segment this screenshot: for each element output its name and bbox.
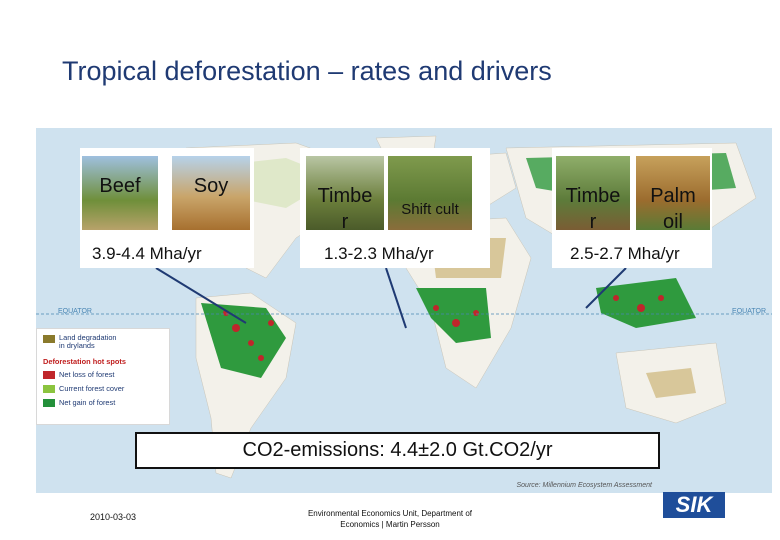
legend-swatch-gain bbox=[43, 399, 55, 407]
photo-shift-cult: Shift cult bbox=[388, 156, 472, 230]
photo-timber-africa-line2: r bbox=[341, 211, 349, 230]
footer-org-line2: Economics | Martin Persson bbox=[340, 520, 440, 529]
map-legend: Land degradation in drylands Deforestati… bbox=[36, 328, 170, 425]
legend-swatch-loss bbox=[43, 371, 55, 379]
driver-panel-africa: Timbe r Shift cult 1.3-2.3 Mha/yr bbox=[300, 148, 490, 268]
sik-logo: SIK bbox=[663, 492, 725, 518]
legend-hotspots-heading: Deforestation hot spots bbox=[43, 357, 126, 366]
rate-latin-america: 3.9-4.4 Mha/yr bbox=[92, 244, 202, 263]
slide-title: Tropical deforestation – rates and drive… bbox=[62, 56, 552, 86]
footer-date: 2010-03-03 bbox=[90, 512, 137, 522]
photo-timber-africa-line1: Timbe bbox=[317, 185, 373, 207]
photo-soy-label: Soy bbox=[193, 175, 229, 197]
photo-palm-oil: Palm oil bbox=[636, 156, 710, 230]
photo-beef-label: Beef bbox=[99, 175, 141, 197]
legend-degradation-2: in drylands bbox=[59, 341, 95, 350]
photo-beef: Beef bbox=[82, 156, 158, 230]
driver-panel-latin-america: Beef Soy 3.9-4.4 Mha/yr bbox=[80, 148, 254, 268]
photo-soy: Soy bbox=[172, 156, 250, 230]
co2-emissions-box: CO2-emissions: 4.4±2.0 Gt.CO2/yr bbox=[135, 432, 660, 469]
photo-palm-oil-line1: Palm bbox=[650, 185, 696, 207]
photo-timber-asia: Timbe r bbox=[556, 156, 630, 230]
photo-palm-oil-line2: oil bbox=[662, 211, 683, 230]
photo-timber-asia-line2: r bbox=[589, 211, 597, 230]
driver-panel-asia: Timbe r Palm oil 2.5-2.7 Mha/yr bbox=[552, 148, 712, 268]
footer-organization: Environmental Economics Unit, Department… bbox=[280, 508, 500, 530]
legend-swatch-degradation bbox=[43, 335, 55, 343]
photo-shift-cult-label: Shift cult bbox=[401, 201, 459, 218]
equator-label-right: EQUATOR bbox=[732, 308, 766, 315]
photo-timber-asia-line1: Timbe bbox=[565, 185, 621, 207]
legend-swatch-cover bbox=[43, 385, 55, 393]
rate-africa: 1.3-2.3 Mha/yr bbox=[324, 244, 434, 263]
map-source: Source: Millennium Ecosystem Assessment bbox=[516, 482, 652, 489]
rate-asia: 2.5-2.7 Mha/yr bbox=[570, 244, 680, 263]
legend-current-cover: Current forest cover bbox=[59, 384, 125, 393]
legend-net-gain: Net gain of forest bbox=[59, 398, 116, 407]
legend-net-loss: Net loss of forest bbox=[59, 370, 115, 379]
equator-label-left: EQUATOR bbox=[58, 308, 92, 315]
photo-timber-africa: Timbe r bbox=[306, 156, 384, 230]
footer-org-line1: Environmental Economics Unit, Department… bbox=[307, 509, 473, 518]
